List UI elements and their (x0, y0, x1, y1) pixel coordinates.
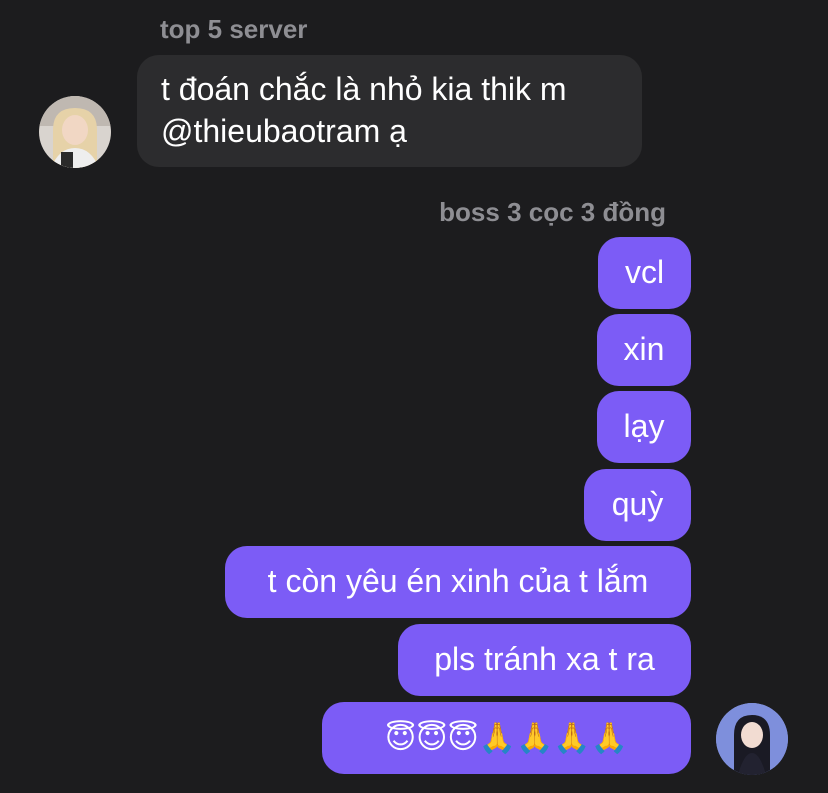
outgoing-message-bubble[interactable]: quỳ (584, 469, 691, 541)
incoming-sender-name: top 5 server (160, 14, 308, 44)
emoji-message-text: 😇😇😇🙏🙏🙏🙏 (384, 721, 629, 756)
avatar-photo-girl-dark-hair-icon (716, 703, 788, 775)
incoming-message-line: t đoán chắc là nhỏ kia thik m (161, 71, 567, 107)
outgoing-message-bubble[interactable]: t còn yêu én xinh của t lắm (225, 546, 691, 618)
outgoing-message-bubble[interactable]: vcl (598, 237, 691, 309)
outgoing-message-bubble[interactable]: xin (597, 314, 691, 386)
outgoing-message-bubble[interactable]: pls tránh xa t ra (398, 624, 691, 696)
avatar-photo-girl-icon (39, 96, 111, 168)
outgoing-emoji-message-bubble[interactable]: 😇😇😇🙏🙏🙏🙏 (322, 702, 691, 774)
incoming-message-bubble[interactable]: t đoán chắc là nhỏ kia thik m @thieubaot… (137, 55, 642, 167)
incoming-message-line: @thieubaotram ạ (161, 113, 407, 149)
outgoing-sender-name: boss 3 cọc 3 đồng (439, 197, 666, 227)
outgoing-avatar[interactable] (716, 703, 788, 775)
outgoing-message-bubble[interactable]: lạy (597, 391, 691, 463)
incoming-avatar[interactable] (39, 96, 111, 168)
